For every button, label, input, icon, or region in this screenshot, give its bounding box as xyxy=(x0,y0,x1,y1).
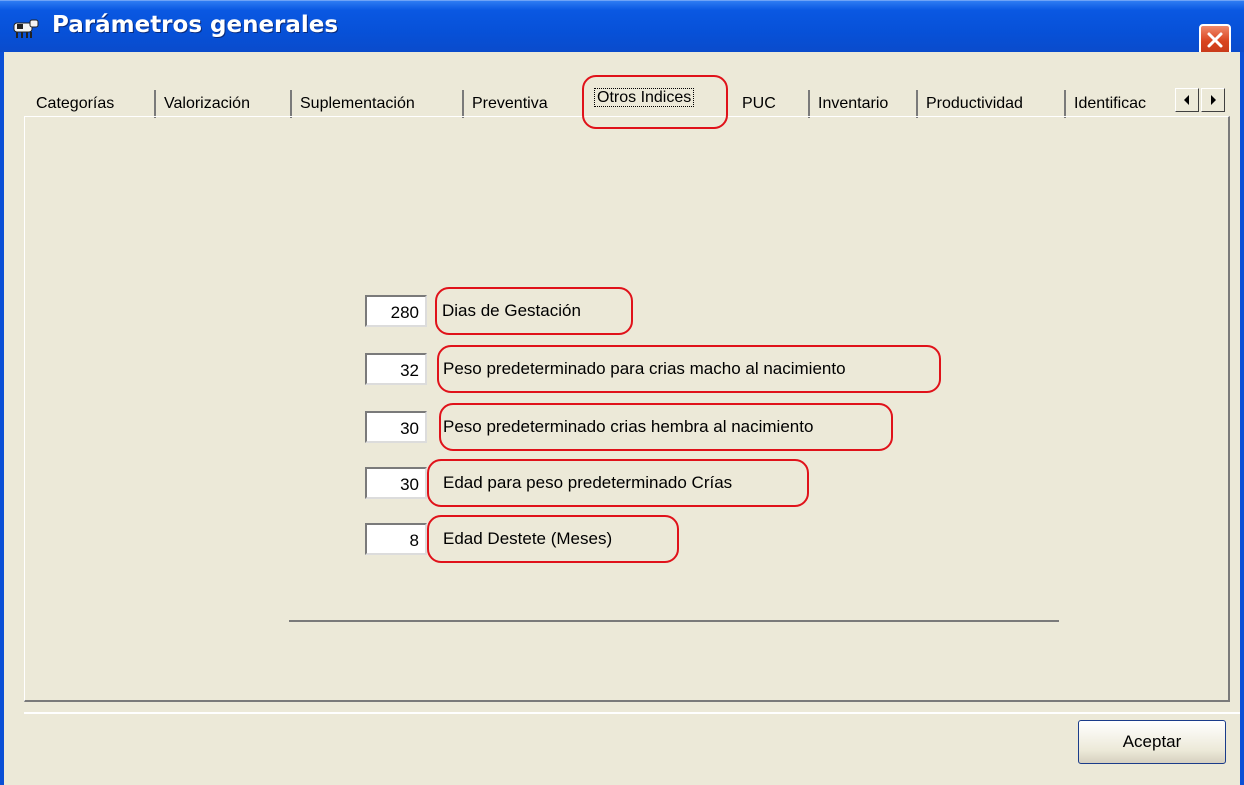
accept-button[interactable]: Aceptar xyxy=(1078,720,1226,764)
female-birth-weight-input[interactable]: 30 xyxy=(365,411,427,443)
cow-icon xyxy=(13,19,39,38)
female-birth-weight-label: Peso predeterminado crias hembra al naci… xyxy=(443,417,814,436)
weaning-age-input[interactable]: 8 xyxy=(365,523,427,555)
tab-productividad[interactable]: Productividad xyxy=(918,90,1066,118)
tab-categorias[interactable]: Categorías xyxy=(28,90,156,118)
close-icon xyxy=(1207,32,1223,48)
arrow-left-icon xyxy=(1184,95,1189,105)
calf-weight-age-label: Edad para peso predeterminado Crías xyxy=(443,473,733,492)
tab-inventario[interactable]: Inventario xyxy=(810,90,918,118)
tab-scroll-buttons xyxy=(1175,88,1227,112)
window-title: Parámetros generales xyxy=(52,12,339,38)
male-birth-weight-label: Peso predeterminado para crias macho al … xyxy=(443,359,846,378)
gestation-days-input[interactable]: 280 xyxy=(365,295,427,327)
bottom-divider xyxy=(24,712,1240,714)
tab-panel-otros-indices: 280 Dias de Gestación 32 Peso predetermi… xyxy=(24,116,1230,702)
male-birth-weight-input[interactable]: 32 xyxy=(365,353,427,385)
tab-preventiva[interactable]: Preventiva xyxy=(464,90,582,118)
tab-scroll-left-button[interactable] xyxy=(1175,88,1199,112)
title-bar[interactable]: Parámetros generales xyxy=(0,0,1244,52)
tab-otros-indices[interactable]: Otros Indices xyxy=(586,82,734,118)
gestation-days-label: Dias de Gestación xyxy=(442,301,581,320)
dialog-client-area: Categorías Valorización Suplementación P… xyxy=(4,52,1240,785)
tab-puc[interactable]: PUC xyxy=(734,90,810,118)
dialog-window: Parámetros generales Categorías Valoriza… xyxy=(0,0,1244,785)
tab-suplementacion[interactable]: Suplementación xyxy=(292,90,464,118)
tab-valorizacion[interactable]: Valorización xyxy=(156,90,292,118)
weaning-age-label: Edad Destete (Meses) xyxy=(443,529,613,548)
tab-scroll-right-button[interactable] xyxy=(1201,88,1225,112)
tab-identificacion[interactable]: Identificac xyxy=(1066,90,1174,118)
arrow-right-icon xyxy=(1211,95,1216,105)
separator-line xyxy=(289,620,1059,622)
calf-weight-age-input[interactable]: 30 xyxy=(365,467,427,499)
